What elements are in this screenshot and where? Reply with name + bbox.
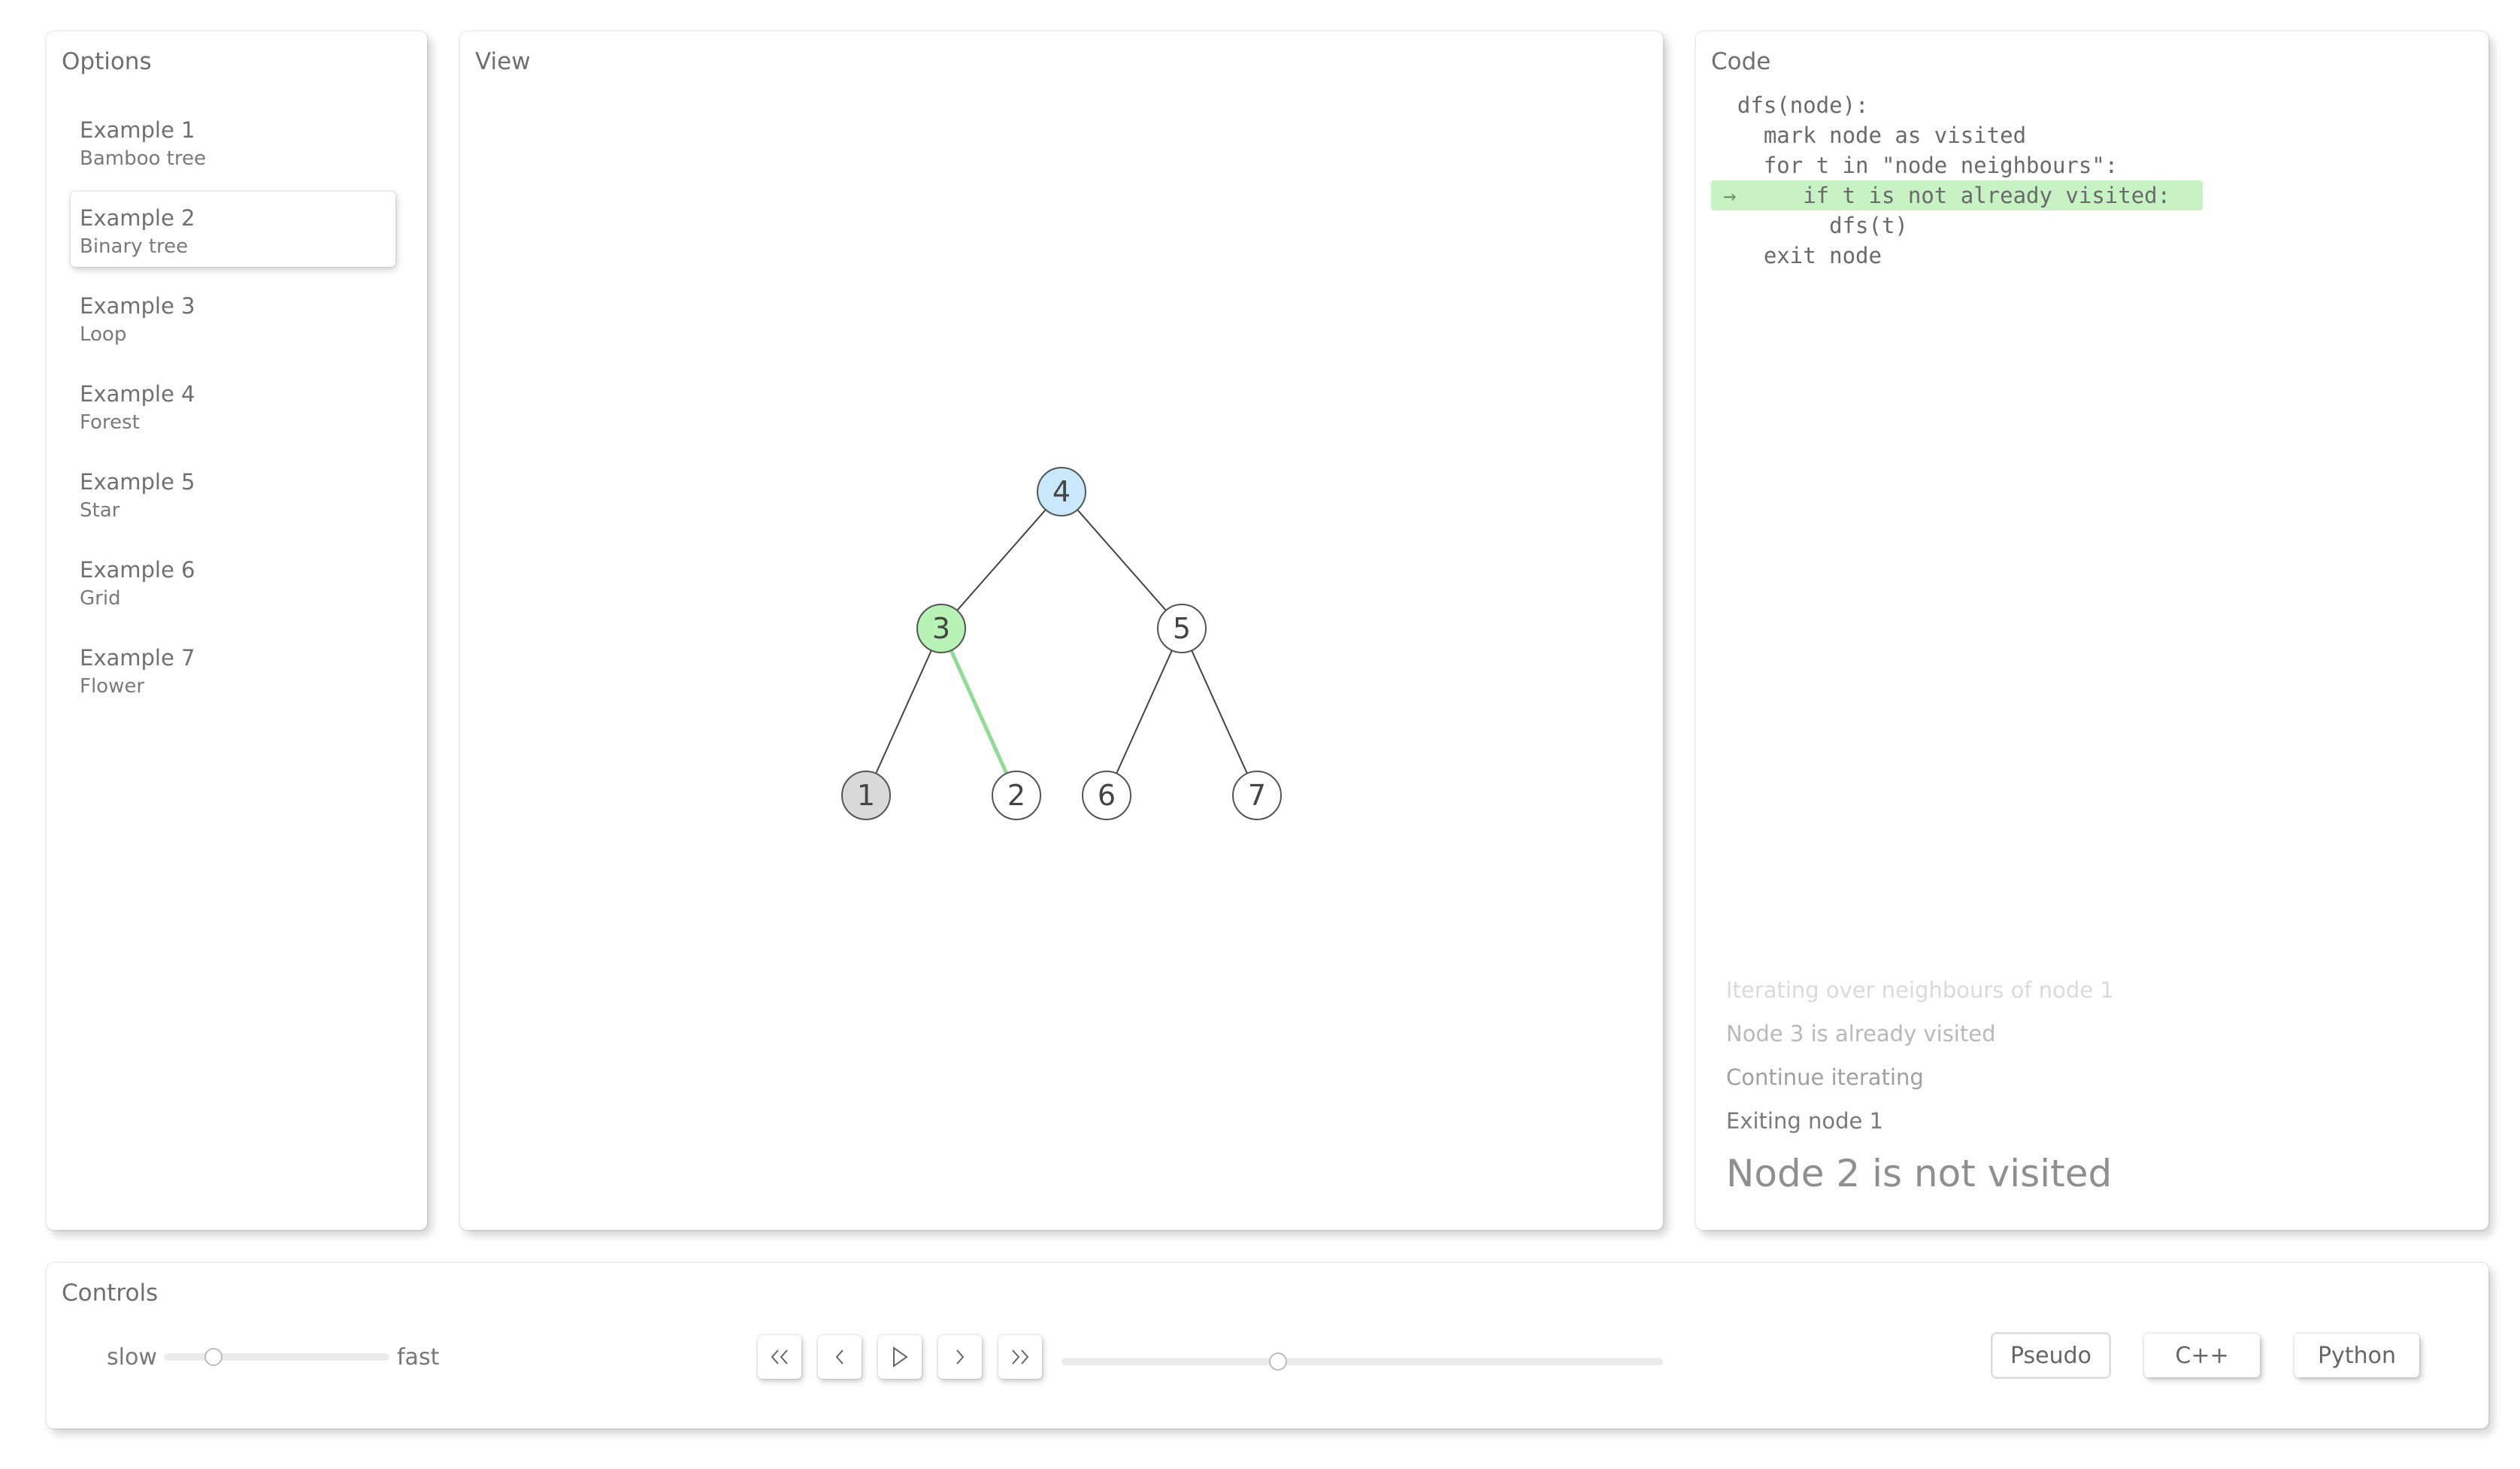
code-title: Code xyxy=(1711,48,1771,75)
prev-step-button[interactable] xyxy=(818,1335,862,1379)
graph-node-4: 4 xyxy=(1037,467,1086,516)
graph-node-5: 5 xyxy=(1157,604,1207,653)
option-subtitle: Bamboo tree xyxy=(80,147,206,170)
code-panel: Code dfs(node): mark node as visited for… xyxy=(1696,32,2488,1230)
next-step-button[interactable] xyxy=(938,1335,982,1379)
option-title: Example 1 xyxy=(80,117,195,143)
graph-node-7: 7 xyxy=(1232,771,1282,820)
play-button[interactable] xyxy=(878,1335,922,1379)
graph-node-3: 3 xyxy=(916,604,966,653)
graph-node-label: 7 xyxy=(1248,779,1266,812)
log-entry: Node 3 is already visited xyxy=(1726,1021,1996,1046)
log-entry: Exiting node 1 xyxy=(1726,1108,1884,1134)
graph-node-6: 6 xyxy=(1082,771,1131,820)
option-subtitle: Grid xyxy=(80,587,121,610)
code-line-4-highlighted: → if t is not already visited: xyxy=(1711,180,2203,211)
options-panel: Options Example 1 Bamboo tree Example 2 … xyxy=(47,32,427,1230)
option-example-2[interactable]: Example 2 Binary tree xyxy=(71,192,395,267)
code-line-2: mark node as visited xyxy=(1711,123,2027,148)
graph-node-2: 2 xyxy=(992,771,1041,820)
option-example-4[interactable]: Example 4 Forest xyxy=(71,368,395,443)
current-step-message: Node 2 is not visited xyxy=(1726,1152,2113,1195)
option-example-7[interactable]: Example 7 Flower xyxy=(71,632,395,707)
log-entry: Iterating over neighbours of node 1 xyxy=(1726,977,2114,1003)
option-subtitle: Star xyxy=(80,499,120,522)
graph-edge-3-1 xyxy=(875,650,932,774)
option-subtitle: Forest xyxy=(80,411,140,434)
option-example-1[interactable]: Example 1 Bamboo tree xyxy=(71,104,395,179)
speed-slow-label: slow xyxy=(107,1344,157,1371)
controls-panel: Controls slow fast Pseudo C++ Python xyxy=(47,1263,2488,1428)
option-title: Example 7 xyxy=(80,645,195,671)
graph-node-label: 2 xyxy=(1007,779,1025,812)
graph-node-1: 1 xyxy=(841,771,891,820)
option-example-6[interactable]: Example 6 Grid xyxy=(71,544,395,619)
options-title: Options xyxy=(62,48,152,75)
play-icon xyxy=(893,1346,908,1368)
graph-edge-5-6 xyxy=(1116,650,1173,774)
prev-step-icon xyxy=(835,1349,844,1365)
view-panel: View 4351267 xyxy=(460,32,1663,1230)
speed-fast-label: fast xyxy=(397,1344,440,1371)
graph-node-label: 1 xyxy=(857,779,875,812)
first-step-button[interactable] xyxy=(758,1335,801,1379)
code-line-1: dfs(node): xyxy=(1711,92,1869,118)
controls-title: Controls xyxy=(62,1280,159,1307)
language-python-button[interactable]: Python xyxy=(2294,1334,2419,1377)
graph-edge-4-5 xyxy=(1077,509,1167,611)
last-step-icon xyxy=(1012,1349,1029,1365)
next-step-icon xyxy=(956,1349,965,1365)
graph-node-label: 4 xyxy=(1053,475,1071,508)
code-line-6: exit node xyxy=(1711,243,1882,268)
graph-edge-3-2 xyxy=(949,650,1009,774)
first-step-icon xyxy=(771,1349,788,1365)
progress-slider-thumb[interactable] xyxy=(1269,1352,1287,1371)
graph-edge-5-7 xyxy=(1191,650,1248,774)
graph-canvas: 4 3 5 1 2 6 7 xyxy=(841,467,1282,820)
log-entry: Continue iterating xyxy=(1726,1065,1924,1090)
speed-slider-thumb[interactable] xyxy=(204,1348,223,1366)
graph-node-label: 5 xyxy=(1173,612,1191,645)
speed-slider-track[interactable] xyxy=(164,1353,389,1361)
language-pseudo-button[interactable]: Pseudo xyxy=(1992,1334,2110,1377)
option-title: Example 4 xyxy=(80,381,195,407)
option-title: Example 3 xyxy=(80,293,195,319)
last-step-button[interactable] xyxy=(998,1335,1042,1379)
code-line-3: for t in "node neighbours": xyxy=(1711,153,2119,178)
option-subtitle: Loop xyxy=(80,323,127,346)
option-example-3[interactable]: Example 3 Loop xyxy=(71,280,395,355)
option-example-5[interactable]: Example 5 Star xyxy=(71,456,395,531)
code-line-text: if t is not already visited: xyxy=(1711,183,2171,208)
graph-node-label: 6 xyxy=(1098,779,1116,812)
option-title: Example 6 xyxy=(80,557,195,583)
language-cpp-button[interactable]: C++ xyxy=(2144,1334,2260,1377)
graph-node-label: 3 xyxy=(932,612,950,645)
option-title: Example 5 xyxy=(80,469,195,495)
graph-edge-4-3 xyxy=(956,509,1046,611)
code-line-5: dfs(t) xyxy=(1711,213,1908,238)
option-subtitle: Flower xyxy=(80,675,145,698)
option-title: Example 2 xyxy=(80,205,195,231)
progress-slider-track[interactable] xyxy=(1062,1358,1663,1365)
option-subtitle: Binary tree xyxy=(80,235,189,258)
